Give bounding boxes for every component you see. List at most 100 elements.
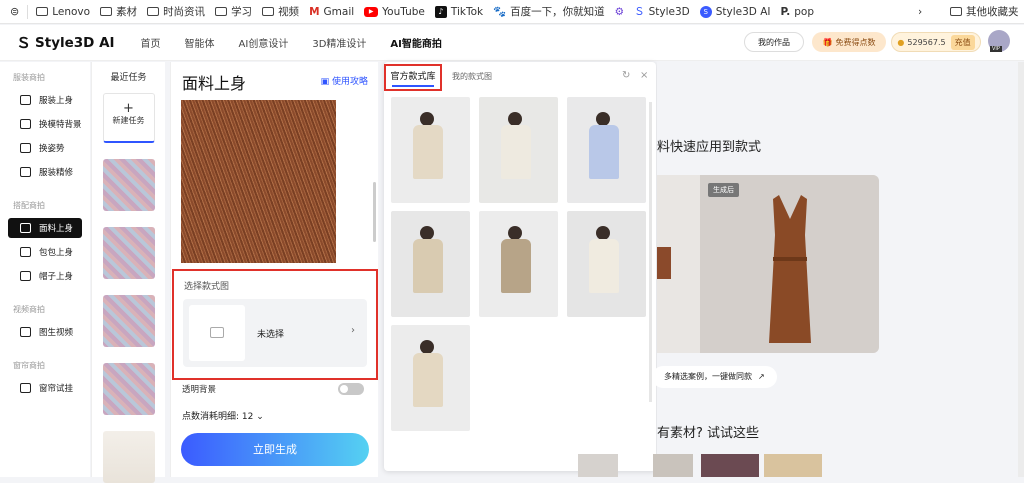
style-thumbnail[interactable] [391, 211, 470, 317]
style-thumbnail[interactable] [479, 211, 558, 317]
tab-my-styles[interactable]: 我的款式图 [452, 71, 492, 82]
avatar[interactable]: VIP [988, 30, 1010, 52]
bookmark-gear[interactable]: ⚙ [615, 6, 624, 18]
tab-search-icon[interactable]: ⊜ [10, 5, 19, 18]
dress-image [769, 195, 811, 343]
video-icon [20, 327, 31, 337]
folder-icon [262, 7, 275, 16]
panel-scrollbar[interactable] [373, 182, 376, 242]
style-thumbnail[interactable] [479, 97, 558, 203]
sidebar-item-apparel[interactable]: 服装上身 [8, 90, 82, 110]
my-works-button[interactable]: 我的作品 [744, 32, 804, 52]
close-icon[interactable]: × [640, 70, 648, 81]
sidebar-item-curtain[interactable]: 窗帘试挂 [8, 378, 82, 398]
image-icon [210, 327, 224, 338]
sidebar-item-video[interactable]: 图生视频 [8, 322, 82, 342]
style-thumbnail[interactable] [391, 97, 470, 203]
select-style-section: 选择款式图 未选择 › [172, 269, 378, 380]
brand-logo[interactable]: Ｓ Style3D AI [16, 32, 115, 53]
sidebar-item-bag[interactable]: 包包上身 [8, 242, 82, 262]
pop-icon: P. [780, 5, 791, 18]
sidebar-item-fabric[interactable]: 面料上身 [8, 218, 82, 238]
recharge-button[interactable]: 充值 [950, 34, 975, 50]
recent-tasks-title: 最近任务 [110, 73, 147, 83]
bookmark-sucai[interactable]: 素材 [100, 4, 137, 19]
task-thumbnail[interactable] [102, 159, 155, 211]
library-scrollbar[interactable] [649, 102, 652, 402]
refine-icon [20, 167, 31, 177]
bookmark-pop[interactable]: P. pop [781, 6, 815, 18]
after-badge: 生成后 [708, 183, 739, 197]
gift-icon: 🎁 [822, 37, 833, 47]
image-placeholder [189, 305, 245, 361]
nav-3d-design[interactable]: 3D精准设计 [312, 35, 366, 50]
material-thumbnail[interactable] [653, 454, 693, 477]
fabric-image[interactable] [181, 100, 336, 263]
material-thumbnail[interactable] [764, 454, 822, 477]
style-thumbnail[interactable] [567, 97, 646, 203]
page-title: 面料上身 [182, 74, 247, 93]
youtube-icon: ▶ [364, 6, 379, 17]
bookmark-tiktok[interactable]: ♪ TikTok [434, 5, 483, 18]
bookmark-video[interactable]: 视频 [262, 4, 299, 19]
case-chip[interactable]: 多精选案例，一键做同款 ↗ [652, 366, 777, 388]
task-thumbnail[interactable] [102, 431, 155, 483]
showcase-area: 料快速应用到款式 生成后 多精选案例，一键做同款 ↗ 有素材? 试试这些 [578, 62, 1024, 477]
free-points-button[interactable]: 🎁 免费得点数 [812, 32, 886, 52]
gmail-icon: M [309, 5, 320, 18]
bookmark-youtube[interactable]: ▶ YouTube [364, 6, 425, 18]
sidebar-item-pose[interactable]: 换姿势 [8, 138, 82, 158]
nav-ai-photo[interactable]: AI智能商拍 [390, 35, 441, 50]
guide-link[interactable]: ▣ 使用攻略 [321, 74, 368, 87]
chevron-right-icon[interactable]: › [918, 6, 922, 18]
sidebar-item-refine[interactable]: 服装精修 [8, 162, 82, 182]
gear-icon: ⚙ [614, 5, 625, 18]
tab-official-library[interactable]: 官方款式库 [384, 64, 442, 91]
task-thumbnail[interactable] [102, 295, 155, 347]
sidebar-item-hat[interactable]: 帽子上身 [8, 266, 82, 286]
transparent-bg-toggle[interactable] [338, 383, 364, 395]
task-thumbnail[interactable] [102, 227, 155, 279]
bookmark-study[interactable]: 学习 [215, 4, 252, 19]
model-bg-icon [20, 119, 31, 129]
refresh-icon[interactable]: ↻ [622, 70, 630, 81]
baidu-icon: 🐾 [493, 6, 507, 18]
sidebar-item-model-bg[interactable]: 换模特背景 [8, 114, 82, 134]
bookmark-other[interactable]: 其他收藏夹 [950, 4, 1019, 19]
new-task-button[interactable]: + 新建任务 [102, 93, 155, 143]
bookmark-baidu[interactable]: 🐾 百度一下，你就知道 [493, 4, 605, 19]
bookmark-lenovo[interactable]: Lenovo [36, 6, 90, 18]
nav-agent[interactable]: 智能体 [185, 35, 215, 50]
bookmark-fashion[interactable]: 时尚资讯 [147, 4, 205, 19]
folder-icon [36, 7, 49, 16]
style-thumbnail[interactable] [391, 325, 470, 431]
materials-title: 有素材? 试试这些 [657, 426, 760, 441]
transparent-bg-label: 透明背景 [182, 385, 217, 395]
bookmarks-bar: ⊜ Lenovo 素材 时尚资讯 学习 视频 M Gmail ▶ YouTube ♪… [0, 0, 1024, 24]
bookmark-gmail[interactable]: M Gmail [309, 6, 354, 18]
nav-ai-creative[interactable]: AI创意设计 [239, 35, 289, 50]
style-thumbnail[interactable] [567, 211, 646, 317]
plus-icon: + [123, 101, 134, 116]
showcase-title: 料快速应用到款式 [657, 140, 762, 155]
fabric-panel: 面料上身 ▣ 使用攻略 选择款式图 未选择 › 透明背景 点数消耗明细: 12 … [170, 62, 378, 477]
bookmark-style3d-ai[interactable]: S Style3D AI [699, 5, 771, 18]
cost-detail[interactable]: 点数消耗明细: 12 ⌄ [182, 409, 264, 422]
folder-icon [950, 7, 962, 16]
material-thumbnail[interactable] [578, 454, 618, 477]
bookmark-style3d[interactable]: Ｓ Style3D [634, 4, 690, 19]
vip-badge: VIP [990, 46, 1002, 52]
hat-icon [20, 271, 31, 281]
style3d-logo-icon: Ｓ [16, 34, 32, 52]
not-selected-text: 未选择 [257, 330, 285, 340]
task-thumbnail[interactable] [102, 363, 155, 415]
arrow-up-right-icon: ↗ [758, 372, 765, 381]
showcase-hero: 生成后 [657, 175, 879, 353]
generate-button[interactable]: 立即生成 [181, 433, 369, 466]
sidebar-group-title: 窗帘商拍 [13, 361, 45, 370]
material-thumbnail[interactable] [701, 454, 759, 477]
select-style-card[interactable]: 未选择 › [183, 299, 367, 367]
nav-home[interactable]: 首页 [141, 35, 161, 50]
sidebar-group-title: 搭配商拍 [13, 201, 45, 210]
page-scrollbar[interactable] [1018, 62, 1024, 477]
